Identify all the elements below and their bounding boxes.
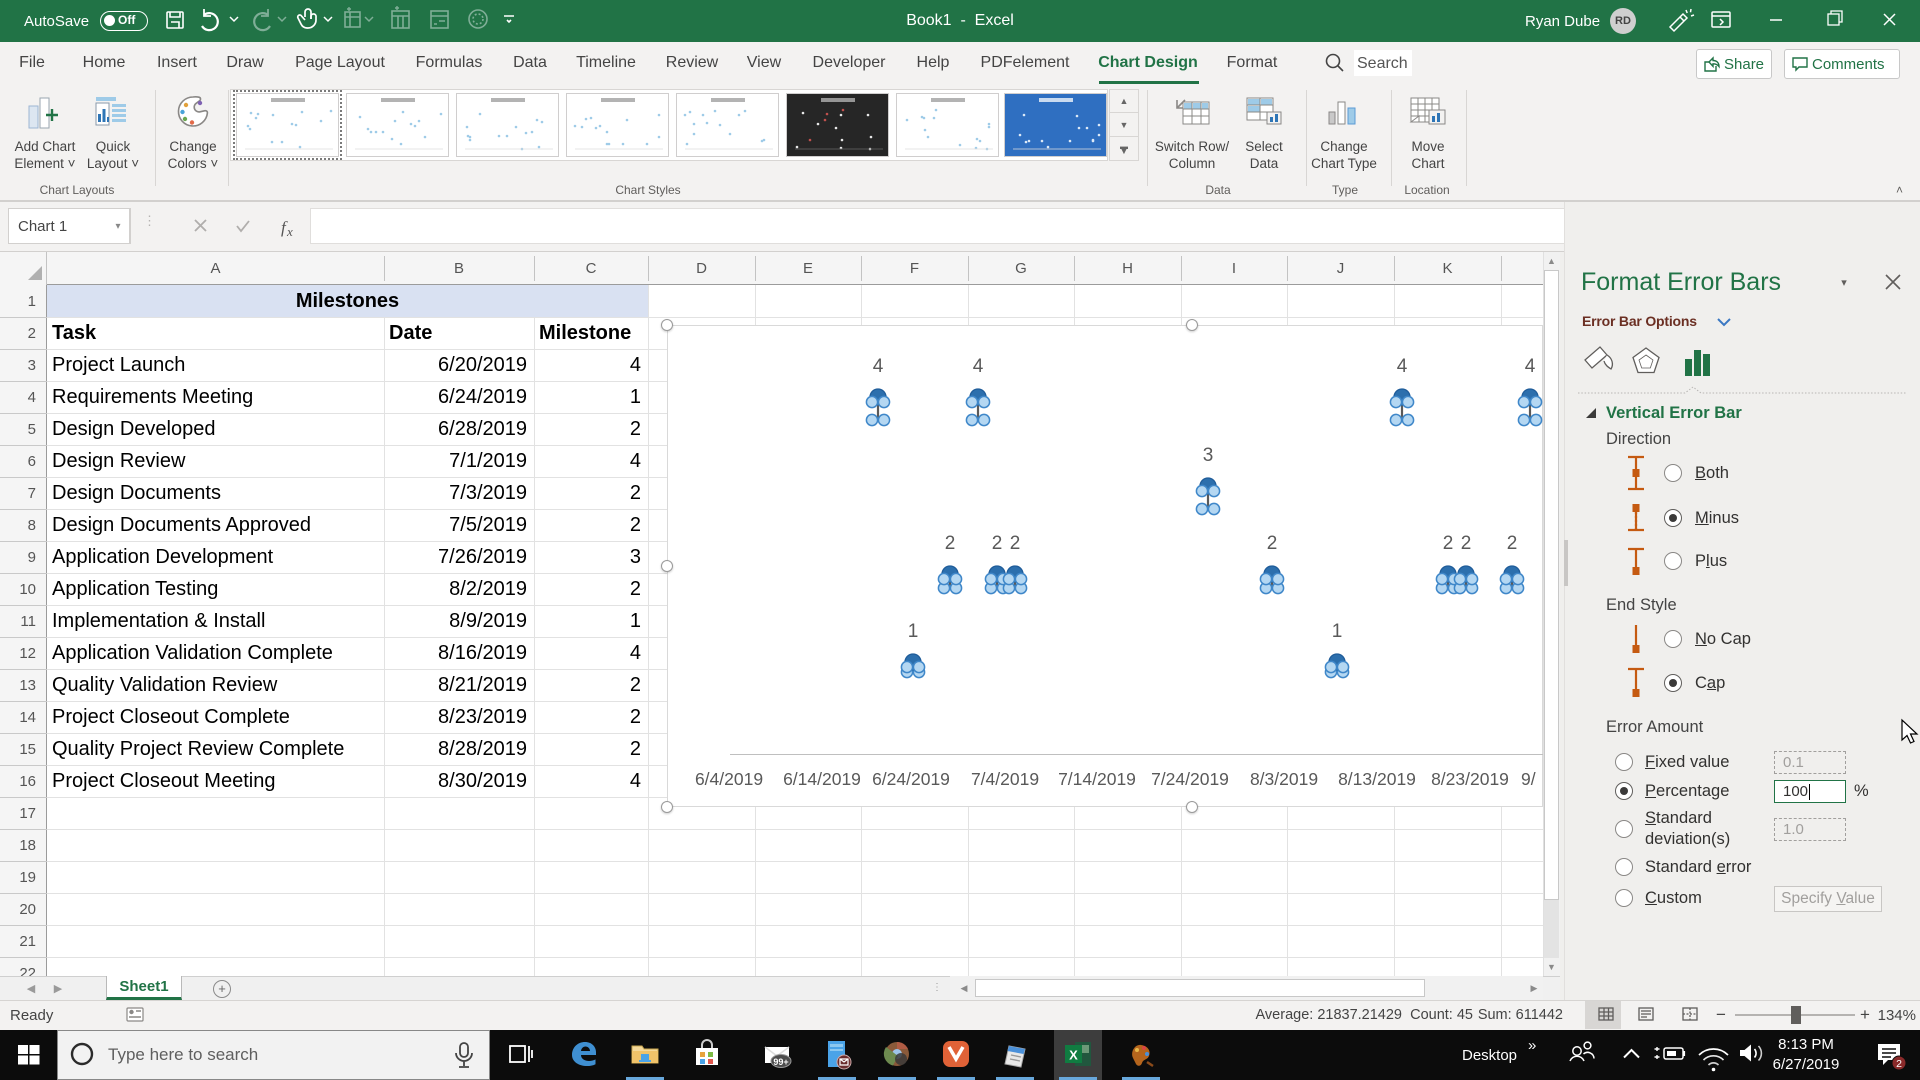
svg-text:4: 4: [973, 356, 984, 377]
svg-text:3: 3: [1203, 445, 1214, 466]
svg-text:1: 1: [1332, 621, 1343, 642]
svg-text:4: 4: [873, 356, 884, 377]
svg-text:2: 2: [1267, 533, 1278, 554]
svg-text:2: 2: [1896, 1058, 1902, 1070]
svg-text:4: 4: [1397, 356, 1408, 377]
svg-text:x: x: [286, 224, 293, 239]
svg-text:2: 2: [1443, 533, 1454, 554]
svg-text:X: X: [1069, 1048, 1078, 1063]
svg-text:99+: 99+: [773, 1057, 788, 1067]
svg-text:4: 4: [1525, 356, 1536, 377]
svg-text:2: 2: [945, 533, 956, 554]
svg-text:2: 2: [1507, 533, 1518, 554]
svg-text:2: 2: [1010, 533, 1021, 554]
svg-text:2: 2: [1461, 533, 1472, 554]
svg-text:2: 2: [992, 533, 1003, 554]
svg-text:1: 1: [908, 621, 919, 642]
